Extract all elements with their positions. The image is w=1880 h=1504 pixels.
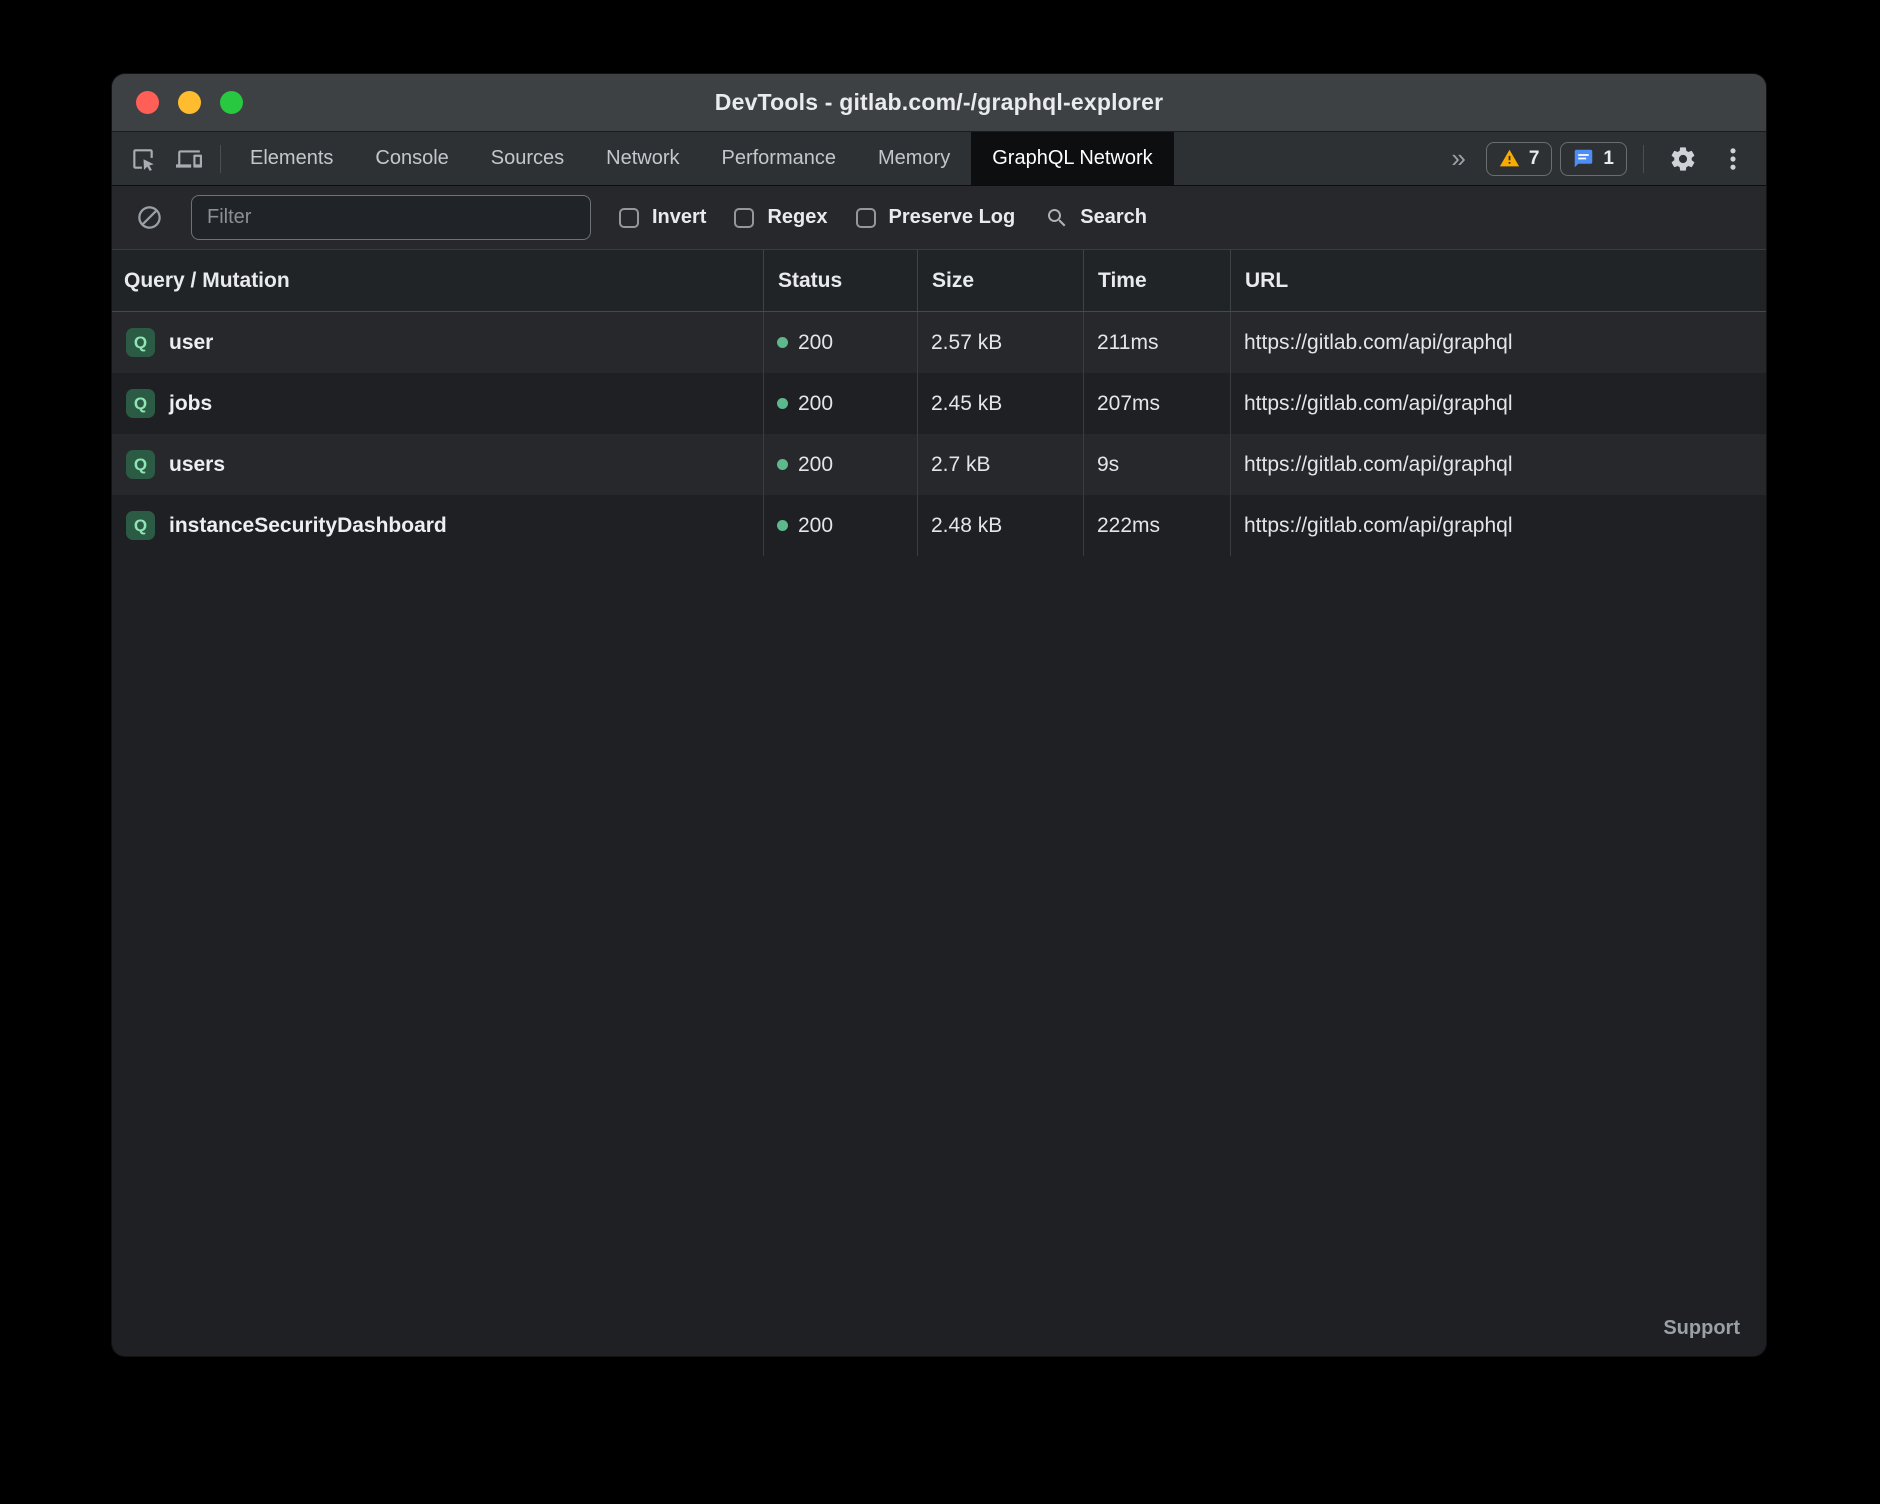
window-title: DevTools - gitlab.com/-/graphql-explorer [715,89,1163,116]
status-code: 200 [798,453,833,477]
toolbar-divider [220,145,221,173]
tab-label: GraphQL Network [992,147,1152,170]
column-header-size[interactable]: Size [917,250,1083,311]
request-url: https://gitlab.com/api/graphql [1230,312,1766,373]
search-label: Search [1080,206,1147,229]
zoom-window-button[interactable] [220,91,243,114]
request-url: https://gitlab.com/api/graphql [1230,495,1766,556]
close-window-button[interactable] [136,91,159,114]
checkbox-label: Regex [767,206,827,229]
column-header-status[interactable]: Status [763,250,917,311]
response-time: 207ms [1083,373,1230,434]
column-header-url[interactable]: URL [1230,250,1766,311]
filter-input[interactable] [191,195,591,240]
block-requests-icon[interactable] [136,204,163,231]
query-type-badge: Q [126,450,155,479]
support-link[interactable]: Support [1663,1317,1740,1340]
settings-gear-icon[interactable] [1660,145,1706,173]
filter-toolbar: Invert Regex Preserve Log Search [112,186,1766,250]
table-row[interactable]: Q users 200 2.7 kB 9s https://gitlab.com… [112,434,1766,495]
request-url: https://gitlab.com/api/graphql [1230,373,1766,434]
inspect-element-icon[interactable] [120,132,166,185]
issues-badge[interactable]: 1 [1560,142,1627,176]
device-toolbar-icon[interactable] [166,132,212,185]
tab-label: Memory [878,147,950,170]
status-ok-dot-icon [777,337,788,348]
tab-label: Console [375,147,448,170]
table-row[interactable]: Q jobs 200 2.45 kB 207ms https://gitlab.… [112,373,1766,434]
checkbox-box [856,208,876,228]
response-time: 211ms [1083,312,1230,373]
status-code: 200 [798,331,833,355]
search-icon [1045,206,1069,230]
tab-label: Elements [250,147,333,170]
column-header-query-mutation[interactable]: Query / Mutation [112,250,763,311]
table-row[interactable]: Q instanceSecurityDashboard 200 2.48 kB … [112,495,1766,556]
tab-graphql-network[interactable]: GraphQL Network [971,132,1173,185]
response-size: 2.48 kB [917,495,1083,556]
query-type-badge: Q [126,511,155,540]
tab-console[interactable]: Console [354,132,469,185]
preserve-log-checkbox[interactable]: Preserve Log [856,206,1016,229]
tab-network[interactable]: Network [585,132,700,185]
query-type-badge: Q [126,328,155,357]
query-name: users [169,453,225,477]
column-header-time[interactable]: Time [1083,250,1230,311]
more-tabs-chevron-icon[interactable]: » [1439,143,1477,174]
table-header-row: Query / Mutation Status Size Time URL [112,250,1766,312]
response-time: 9s [1083,434,1230,495]
status-ok-dot-icon [777,398,788,409]
toolbar-divider [1643,145,1644,173]
devtools-window: DevTools - gitlab.com/-/graphql-explorer… [112,74,1766,1356]
message-bubble-icon [1573,148,1594,169]
checkbox-label: Invert [652,206,706,229]
response-size: 2.57 kB [917,312,1083,373]
search-button[interactable]: Search [1045,206,1147,230]
status-code: 200 [798,514,833,538]
warning-count: 7 [1529,148,1540,170]
checkbox-label: Preserve Log [889,206,1016,229]
issues-count: 1 [1603,148,1614,170]
table-row[interactable]: Q user 200 2.57 kB 211ms https://gitlab.… [112,312,1766,373]
tab-performance[interactable]: Performance [701,132,858,185]
window-titlebar: DevTools - gitlab.com/-/graphql-explorer [112,74,1766,132]
tab-label: Network [606,147,679,170]
response-size: 2.45 kB [917,373,1083,434]
status-ok-dot-icon [777,459,788,470]
status-code: 200 [798,392,833,416]
tab-label: Sources [491,147,564,170]
devtools-tabsbar: Elements Console Sources Network Perform… [112,132,1766,186]
query-type-badge: Q [126,389,155,418]
tab-memory[interactable]: Memory [857,132,971,185]
warning-triangle-icon [1499,148,1520,169]
response-size: 2.7 kB [917,434,1083,495]
query-name: user [169,331,213,355]
warnings-badge[interactable]: 7 [1486,142,1553,176]
checkbox-box [619,208,639,228]
tab-sources[interactable]: Sources [470,132,585,185]
response-time: 222ms [1083,495,1230,556]
tabsbar-right-cluster: » 7 1 [1439,132,1766,185]
tab-label: Performance [722,147,837,170]
tab-elements[interactable]: Elements [229,132,354,185]
query-name: jobs [169,392,212,416]
regex-checkbox[interactable]: Regex [734,206,827,229]
invert-checkbox[interactable]: Invert [619,206,706,229]
kebab-menu-icon[interactable] [1714,145,1752,173]
status-ok-dot-icon [777,520,788,531]
traffic-lights [136,74,243,131]
request-url: https://gitlab.com/api/graphql [1230,434,1766,495]
checkbox-box [734,208,754,228]
query-name: instanceSecurityDashboard [169,514,447,538]
minimize-window-button[interactable] [178,91,201,114]
